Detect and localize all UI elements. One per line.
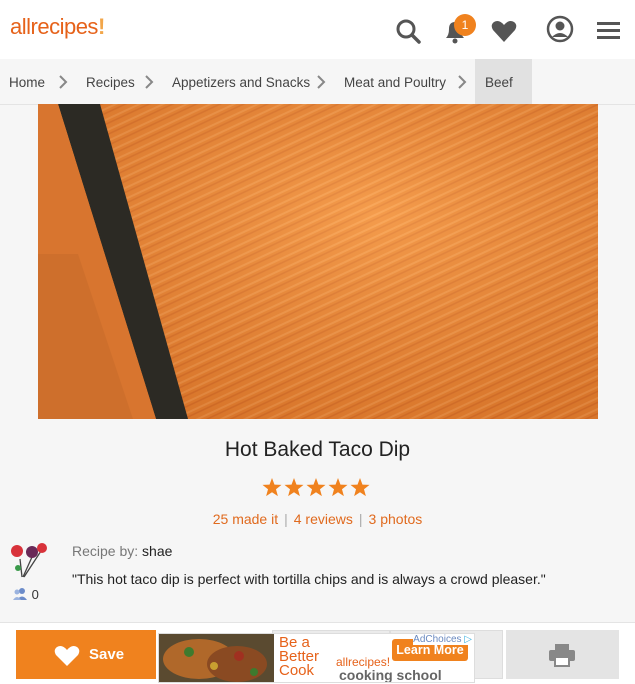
adchoices-icon: ▷ xyxy=(464,634,472,645)
reviews-link[interactable]: 4 reviews xyxy=(294,511,353,527)
recipe-byline: Recipe by: shae xyxy=(72,543,172,559)
stats-separator: | xyxy=(358,511,363,527)
recipe-stats: 25 made it | 4 reviews | 3 photos xyxy=(0,511,635,527)
ad-food-image xyxy=(159,634,274,682)
breadcrumb-beef[interactable]: Beef xyxy=(475,59,532,104)
star-icon[interactable] xyxy=(328,478,348,497)
photos-link[interactable]: 3 photos xyxy=(369,511,423,527)
breadcrumb: Home Recipes Appetizers and Snacks Meat … xyxy=(0,59,635,105)
stats-separator: | xyxy=(284,511,288,527)
notification-badge: 1 xyxy=(454,14,476,36)
ad-cooking-school: cooking school xyxy=(339,667,442,683)
recipe-photo-image xyxy=(38,104,598,419)
chevron-right-icon xyxy=(145,75,154,89)
star-icon[interactable] xyxy=(306,478,326,497)
star-icon[interactable] xyxy=(284,478,304,497)
heart-icon[interactable] xyxy=(490,17,518,45)
breadcrumb-home[interactable]: Home xyxy=(9,59,45,104)
top-bar: allrecipes! 1 xyxy=(0,0,635,60)
search-icon[interactable] xyxy=(394,17,422,45)
breadcrumb-recipes[interactable]: Recipes xyxy=(86,59,135,104)
save-button[interactable]: Save xyxy=(16,630,156,679)
made-it-link[interactable]: 25 made it xyxy=(213,511,278,527)
adchoices-label[interactable]: AdChoices ▷ xyxy=(413,634,472,645)
author-name[interactable]: shae xyxy=(142,543,172,559)
menu-icon[interactable] xyxy=(595,17,623,45)
ad-headline: Be a Better Cook xyxy=(279,635,319,679)
followers-value: 0 xyxy=(31,587,39,602)
breadcrumb-appetizers[interactable]: Appetizers and Snacks xyxy=(172,59,310,104)
followers-icon xyxy=(13,588,27,600)
recipe-title: Hot Baked Taco Dip xyxy=(224,438,411,461)
advertisement[interactable]: Be a Better Cook allrecipes! cooking sch… xyxy=(158,633,475,683)
allrecipes-logo[interactable]: allrecipes! xyxy=(10,14,105,40)
byline-label: Recipe by: xyxy=(72,543,139,559)
ad-headline-line: Cook xyxy=(279,662,315,679)
recipe-photo[interactable] xyxy=(38,104,598,419)
followers-count[interactable]: 0 xyxy=(12,587,39,602)
chevron-right-icon xyxy=(317,75,326,89)
star-icon[interactable] xyxy=(262,478,282,497)
chevron-right-icon xyxy=(59,75,68,89)
author-avatar[interactable] xyxy=(8,539,48,579)
breadcrumb-meat-poultry[interactable]: Meat and Poultry xyxy=(344,59,446,104)
save-label: Save xyxy=(89,646,125,663)
recipe-description: "This hot taco dip is perfect with torti… xyxy=(72,571,546,587)
printer-icon xyxy=(549,644,575,667)
chevron-right-icon xyxy=(458,75,467,89)
user-icon[interactable] xyxy=(546,15,574,43)
print-button[interactable] xyxy=(506,630,619,679)
heart-icon xyxy=(54,646,80,666)
star-icon[interactable] xyxy=(350,478,370,497)
star-rating[interactable] xyxy=(262,478,370,498)
